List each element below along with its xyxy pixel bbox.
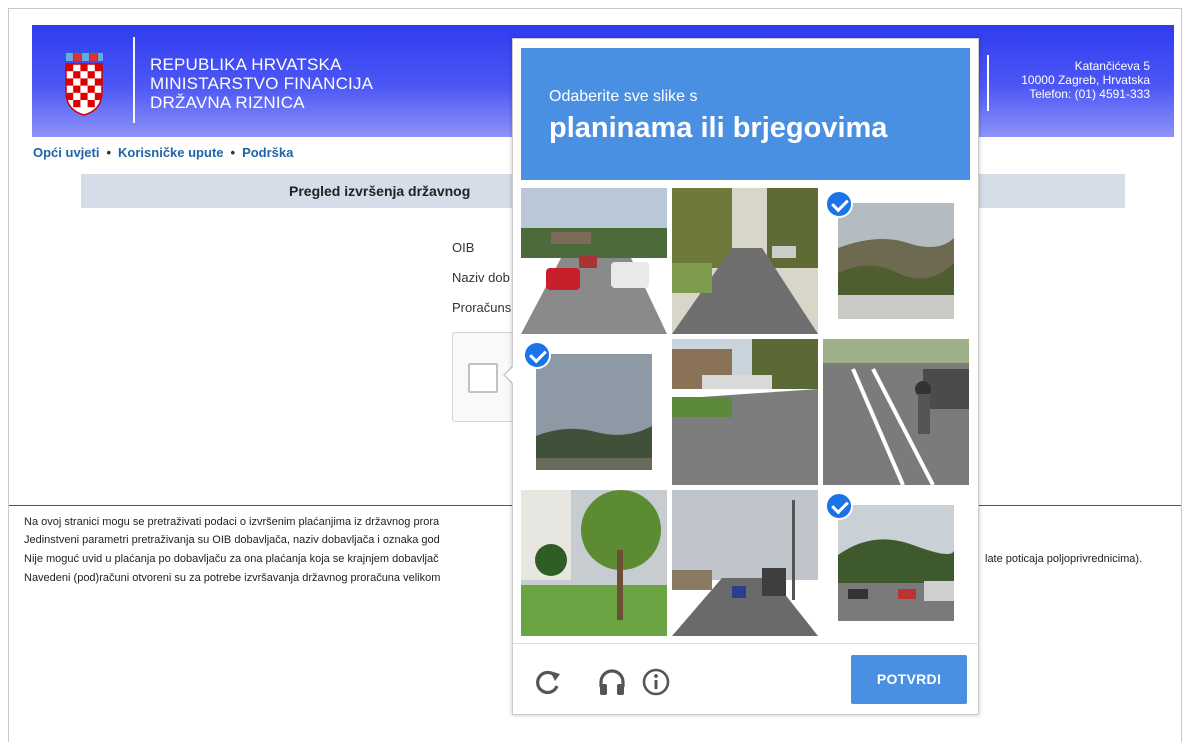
info-icon[interactable] (641, 667, 671, 697)
org-line-2: MINISTARSTVO FINANCIJA (150, 74, 374, 93)
top-nav: Opći uvjeti • Korisničke upute • Podrška (33, 145, 293, 160)
captcha-tile-street-cars[interactable] (521, 188, 667, 334)
popup-pointer-inner (505, 366, 514, 384)
selected-check-icon (825, 492, 853, 520)
address-city: 10000 Zagreb, Hrvatska (1021, 73, 1150, 87)
nav-separator: • (106, 145, 112, 160)
info-line-3: Nije moguć uvid u plaćanja po dobavljaču… (24, 553, 439, 565)
contact-address: Katančićeva 5 10000 Zagreb, Hrvatska Tel… (1021, 59, 1150, 101)
info-line-4: Navedeni (pod)računi otvoreni su za potr… (24, 572, 441, 584)
captcha-image-grid (521, 188, 970, 637)
captcha-tile-hill-town[interactable] (823, 490, 969, 636)
nav-separator: • (230, 145, 236, 160)
selected-check-icon (825, 190, 853, 218)
organization-name: REPUBLIKA HRVATSKA MINISTARSTVO FINANCIJ… (150, 55, 373, 112)
address-phone: Telefon: (01) 4591-333 (1029, 87, 1150, 101)
captcha-tile-building-trees[interactable] (521, 490, 667, 636)
org-line-3: DRŽAVNA RIZNICA (150, 93, 305, 112)
oib-label: OIB (452, 240, 475, 255)
info-line-3-tail: late poticaja poljoprivrednicima). (985, 553, 1143, 565)
address-street: Katančićeva 5 (1074, 59, 1150, 73)
address-divider (987, 55, 989, 111)
budget-label: Proračuns (452, 300, 512, 315)
captcha-tile-residential-street[interactable] (672, 188, 818, 334)
nav-terms-link[interactable]: Opći uvjeti (33, 145, 99, 160)
header-divider (133, 37, 135, 123)
captcha-tile-hills[interactable] (823, 188, 969, 334)
page-title: Pregled izvršenja državnog (289, 183, 471, 199)
supplier-name-label: Naziv dob (452, 270, 510, 285)
captcha-tile-road-traffic[interactable] (672, 490, 818, 636)
org-line-1: REPUBLIKA HRVATSKA (150, 55, 342, 74)
captcha-challenge-popup: Odaberite sve slike s planinama ili brje… (512, 38, 979, 715)
captcha-tile-bike-lane[interactable] (823, 339, 969, 485)
verify-button[interactable]: POTVRDI (851, 655, 967, 704)
captcha-tile-parking-lot[interactable] (672, 339, 818, 485)
captcha-footer-divider (513, 643, 978, 644)
captcha-instruction: Odaberite sve slike s (549, 88, 698, 105)
captcha-instruction-header: Odaberite sve slike s planinama ili brje… (521, 48, 970, 180)
reload-icon[interactable] (533, 667, 563, 697)
coat-of-arms-logo (62, 52, 106, 116)
captcha-tile-mountains[interactable] (521, 339, 667, 485)
nav-support-link[interactable]: Podrška (242, 145, 293, 160)
nav-user-guide-link[interactable]: Korisničke upute (118, 145, 223, 160)
info-line-2: Jedinstveni parametri pretraživanja su O… (24, 534, 440, 546)
headphones-icon[interactable] (597, 667, 627, 697)
info-line-1: Na ovoj stranici mogu se pretraživati po… (24, 516, 440, 528)
recaptcha-checkbox[interactable] (468, 363, 498, 393)
captcha-target: planinama ili brjegovima (549, 112, 888, 144)
selected-check-icon (523, 341, 551, 369)
